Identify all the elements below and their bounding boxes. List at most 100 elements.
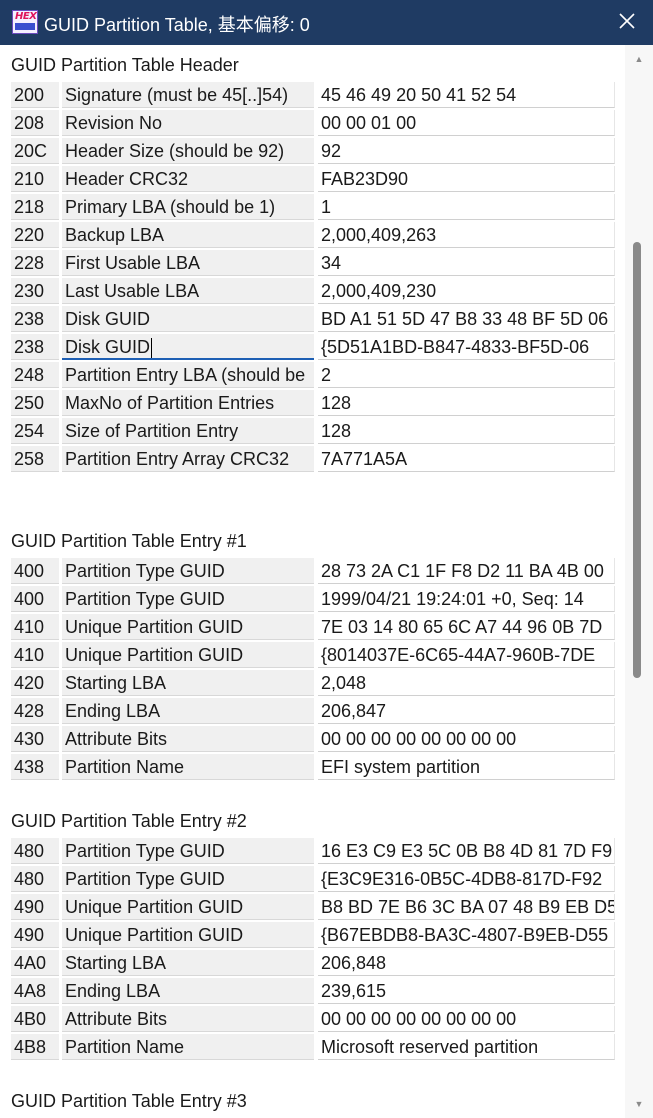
field-value[interactable]: 206,847 [318,698,615,724]
field-name[interactable]: Ending LBA [62,978,314,1004]
field-name[interactable]: Partition Name [62,754,314,780]
field-name[interactable]: Attribute Bits [62,1006,314,1032]
field-name[interactable]: Partition Name [62,1034,314,1060]
scroll-down-arrow-icon[interactable]: ▼ [625,1094,653,1114]
field-value[interactable]: 16 E3 C9 E3 5C 0B B8 4D 81 7D F9 [318,838,615,864]
field-name[interactable]: Disk GUID [62,306,314,332]
field-value[interactable]: Microsoft reserved partition [318,1034,615,1060]
field-name[interactable]: Signature (must be 45[..]54) [62,82,314,108]
field-value[interactable]: 128 [318,418,615,444]
field-name[interactable]: Header Size (should be 92) [62,138,314,164]
field-name[interactable]: Starting LBA [62,670,314,696]
field-value[interactable]: BD A1 51 5D 47 B8 33 48 BF 5D 06 [318,306,615,332]
field-offset: 228 [11,250,59,276]
field-value[interactable]: 1 [318,194,615,220]
field-row: 20C Header Size (should be 92) 92 [11,138,615,165]
field-name[interactable]: First Usable LBA [62,250,314,276]
field-name[interactable]: Partition Type GUID [62,558,314,584]
field-value[interactable]: 00 00 00 00 00 00 00 00 [318,726,615,752]
field-name-text: Unique Partition GUID [65,617,244,637]
scroll-up-arrow-icon[interactable]: ▲ [625,49,653,69]
field-value[interactable]: {8014037E-6C65-44A7-960B-7DE [318,642,615,668]
field-name[interactable]: Unique Partition GUID [62,894,314,920]
field-value[interactable]: 00 00 01 00 [318,110,615,136]
field-value[interactable]: 7E 03 14 80 65 6C A7 44 96 0B 7D [318,614,615,640]
field-value[interactable]: 45 46 49 20 50 41 52 54 [318,82,615,108]
field-offset: 410 [11,642,59,668]
field-offset: 400 [11,558,59,584]
field-name[interactable]: Ending LBA [62,698,314,724]
field-offset: 258 [11,446,59,472]
field-value[interactable]: 1999/04/21 19:24:01 +0, Seq: 14 [318,586,615,612]
field-name-focused[interactable]: Disk GUID [62,334,314,360]
vertical-scrollbar[interactable]: ▲ ▼ [625,45,653,1118]
field-value[interactable]: 2 [318,362,615,388]
field-name[interactable]: Partition Type GUID [62,866,314,892]
field-name[interactable]: Unique Partition GUID [62,922,314,948]
field-value[interactable]: 34 [318,250,615,276]
field-name[interactable]: Partition Type GUID [62,838,314,864]
field-name[interactable]: Partition Entry LBA (should be [62,362,314,388]
close-button[interactable] [601,0,653,45]
field-row: 400 Partition Type GUID 1999/04/21 19:24:0… [11,586,615,613]
scrollbar-thumb[interactable] [633,242,641,678]
field-name-text: Size of Partition Entry [65,421,239,441]
field-offset: 410 [11,614,59,640]
field-row: 230 Last Usable LBA 2,000,409,230 [11,278,615,305]
field-row: 238 Disk GUID {5D51A1BD-B847-4833-BF5D-06 [11,334,615,361]
field-value[interactable]: 7A771A5A [318,446,615,472]
field-name-text: Partition Name [65,757,185,777]
field-name[interactable]: Unique Partition GUID [62,614,314,640]
field-name[interactable]: Size of Partition Entry [62,418,314,444]
field-value[interactable]: FAB23D90 [318,166,615,192]
field-value[interactable]: 239,615 [318,978,615,1004]
field-name[interactable]: Unique Partition GUID [62,642,314,668]
field-name-text: Partition Type GUID [65,589,225,609]
field-row: 218 Primary LBA (should be 1) 1 [11,194,615,221]
field-value[interactable]: 28 73 2A C1 1F F8 D2 11 BA 4B 00 [318,558,615,584]
field-name[interactable]: Last Usable LBA [62,278,314,304]
field-offset: 248 [11,362,59,388]
field-value[interactable]: 00 00 00 00 00 00 00 00 [318,1006,615,1032]
section-title: GUID Partition Table Entry #3 [11,1091,247,1111]
field-name-text: Primary LBA (should be 1) [65,197,276,217]
field-value[interactable]: 2,000,409,263 [318,222,615,248]
section-title: GUID Partition Table Entry #2 [11,811,247,831]
field-name-text: Starting LBA [65,673,167,693]
field-name-text: Ending LBA [65,701,161,721]
field-name-text: Partition Entry LBA (should be [65,365,306,385]
field-offset: 490 [11,922,59,948]
field-value[interactable]: {5D51A1BD-B847-4833-BF5D-06 [318,334,615,360]
field-value[interactable]: {B67EBDB8-BA3C-4807-B9EB-D55 [318,922,615,948]
field-value[interactable]: 92 [318,138,615,164]
field-row: 254 Size of Partition Entry 128 [11,418,615,445]
field-value[interactable]: 128 [318,390,615,416]
field-offset: 4B0 [11,1006,59,1032]
field-value[interactable]: B8 BD 7E B6 3C BA 07 48 B9 EB D5 [318,894,615,920]
field-name[interactable]: Header CRC32 [62,166,314,192]
field-name[interactable]: Backup LBA [62,222,314,248]
field-name-text: Last Usable LBA [65,281,200,301]
field-name[interactable]: Partition Entry Array CRC32 [62,446,314,472]
field-name[interactable]: Revision No [62,110,314,136]
field-value[interactable]: 2,000,409,230 [318,278,615,304]
field-row: 208 Revision No 00 00 01 00 [11,110,615,137]
field-offset: 438 [11,754,59,780]
field-row: 220 Backup LBA 2,000,409,263 [11,222,615,249]
field-name[interactable]: Starting LBA [62,950,314,976]
field-offset: 20C [11,138,59,164]
field-name[interactable]: Partition Type GUID [62,586,314,612]
section-title: GUID Partition Table Entry #1 [11,531,247,551]
field-name-text: Partition Name [65,1037,185,1057]
field-name[interactable]: MaxNo of Partition Entries [62,390,314,416]
field-name[interactable]: Primary LBA (should be 1) [62,194,314,220]
field-name[interactable]: Attribute Bits [62,726,314,752]
field-value[interactable]: {E3C9E316-0B5C-4DB8-817D-F92 [318,866,615,892]
field-row: 4A0 Starting LBA 206,848 [11,950,615,977]
field-name-text: MaxNo of Partition Entries [65,393,275,413]
field-value[interactable]: 2,048 [318,670,615,696]
field-value[interactable]: EFI system partition [318,754,615,780]
field-row: 200 Signature (must be 45[..]54) 45 46 49 … [11,82,615,109]
field-value[interactable]: 206,848 [318,950,615,976]
field-offset: 4A0 [11,950,59,976]
